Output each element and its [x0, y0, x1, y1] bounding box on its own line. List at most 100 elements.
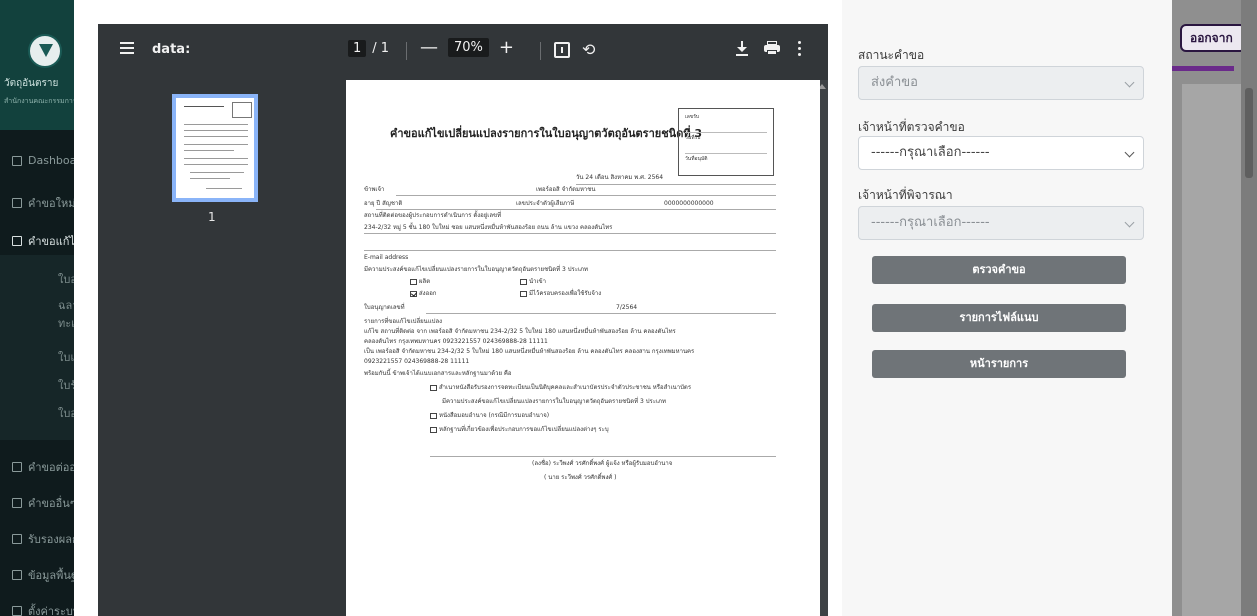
- download-icon[interactable]: [734, 40, 752, 58]
- pdf-title: data:: [152, 42, 191, 57]
- brand-subtitle: สำนักงานคณะกรรมการอาหารและยา: [4, 97, 82, 105]
- checkbox-possess: [520, 290, 527, 297]
- page-scrollbar[interactable]: [1241, 0, 1257, 616]
- sidebar-item-new-request[interactable]: คำขอใหม่: [0, 194, 84, 212]
- review-form: สถานะคำขอ ส่งคำขอ เจ้าหน้าที่ตรวจคำขอ --…: [842, 0, 1172, 616]
- attach-header: พร้อมกันนี้ ข้าพเจ้าได้แนบเอกสารและหลักฐ…: [364, 370, 512, 377]
- attach-item-3: หลักฐานที่เกี่ยวข้องเพื่อประกอบการขอแก้ไ…: [430, 426, 609, 434]
- app-sidebar: วัตถุอันตราย สำนักงานคณะกรรมการอาหารและย…: [0, 0, 84, 616]
- email-label: E-mail address: [364, 254, 409, 261]
- stamp-receipt-date: วันที่รับ: [685, 134, 767, 154]
- change-line-2: คลองตันไทร กรุงเทพมหานคร 0923221557 0243…: [364, 338, 548, 345]
- more-options-icon[interactable]: [798, 41, 802, 59]
- applicant-value: เพอร์ออสิ จำกัดมหาชน: [536, 186, 596, 193]
- checkbox-export-checked: [410, 290, 417, 297]
- option-export: ส่งออก: [410, 290, 436, 298]
- license-label: ใบอนุญาตเลขที่: [364, 304, 405, 311]
- date-line: วัน 24 เดือน สิงหาคม พ.ศ. 2564: [576, 174, 664, 181]
- change-line-4: 0923221557 024369888-28 11111: [364, 358, 470, 365]
- checkbox-produce: [410, 278, 417, 285]
- thumbnail-page-number: 1: [208, 210, 216, 224]
- attach-item-1b: มีความประสงค์ขอแก้ไขเปลี่ยนแปลงรายการในใ…: [442, 398, 666, 405]
- page-number-input[interactable]: 1: [348, 40, 367, 57]
- document-title: คำขอแก้ไขเปลี่ยนแปลงรายการในใบอนุญาตวัตถ…: [390, 127, 703, 140]
- print-icon[interactable]: [764, 41, 780, 55]
- tax-id-value: 0000000000000: [664, 200, 714, 207]
- underline: [576, 184, 776, 185]
- document-icon: [12, 198, 22, 208]
- attach-item-2: หนังสือมอบอำนาจ (กรณีมีการมอบอำนาจ): [430, 412, 549, 420]
- underline: [396, 195, 776, 196]
- toolbar-divider: [406, 42, 407, 60]
- tax-id-label: เลขประจำตัวผู้เสียภาษี: [516, 200, 575, 207]
- list-icon: [12, 498, 22, 508]
- approver-label: เจ้าหน้าที่พิจารณา: [858, 188, 953, 202]
- applicant-label: ข้าพเจ้า: [364, 186, 385, 193]
- review-form-panel: สถานะคำขอ ส่งคำขอ เจ้าหน้าที่ตรวจคำขอ --…: [842, 0, 1172, 616]
- accent-bar: [1172, 66, 1234, 71]
- rotate-icon[interactable]: ⟲: [582, 40, 600, 59]
- pdf-toolbar: data: 1 / 1 — 70% + ⟲: [98, 24, 828, 80]
- checker-select[interactable]: ------กรุณาเลือก------: [858, 136, 1144, 170]
- sidebar-item-renew[interactable]: คำขอต่ออายุ: [0, 458, 84, 476]
- chevron-down-icon: [1124, 147, 1135, 158]
- address-line: 234-2/32 หมู่ 5 ชั้น 180 ใบใหม่ ซอย แสนห…: [364, 224, 613, 231]
- menu-icon: [12, 570, 22, 580]
- zoom-input[interactable]: 70%: [448, 38, 489, 57]
- status-label: สถานะคำขอ: [858, 48, 925, 62]
- underline: [426, 313, 776, 314]
- sidebar-item-dashboard[interactable]: Dashboard: [0, 154, 84, 167]
- sidebar-item-master-data[interactable]: ข้อมูลพื้นฐาน: [0, 566, 84, 584]
- brand-title: วัตถุอันตราย: [4, 78, 59, 89]
- checkbox-attach-1: [430, 384, 437, 391]
- dashboard-icon: [12, 155, 22, 166]
- signature-line: (ลงชื่อ) ระวีพงศ์ วรศักดิ์พงศ์ ผู้แจ้ง ห…: [532, 460, 673, 467]
- zoom-in-button[interactable]: +: [499, 38, 514, 57]
- pdf-page: คำขอแก้ไขเปลี่ยนแปลงรายการในใบอนุญาตวัตถ…: [346, 80, 820, 616]
- sidebar-item-other[interactable]: คำขออื่นๆ: [0, 494, 84, 512]
- chevron-down-icon: [1124, 77, 1135, 88]
- option-possess: มีไว้ครอบครองเพื่อใช้รับจ้าง: [520, 290, 601, 298]
- change-header: รายการที่ขอแก้ไขเปลี่ยนแปลง: [364, 318, 443, 325]
- card-icon: [12, 534, 22, 544]
- change-line-1: แก้ไข สถานที่ติดต่อ จาก เพอร์ออสิ จำกัดม…: [364, 328, 676, 335]
- preview-modal: data: 1 / 1 — 70% + ⟲ 1 คำขอแก้ไขเปลี่ยน…: [74, 0, 1172, 616]
- menu-icon[interactable]: [120, 42, 134, 54]
- divider: [430, 456, 776, 457]
- chevron-down-icon: [1124, 217, 1135, 228]
- checkbox-import: [520, 278, 527, 285]
- checker-label: เจ้าหน้าที่ตรวจคำขอ: [858, 120, 965, 134]
- license-value: 7/2564: [616, 304, 638, 311]
- page-total: / 1: [372, 41, 390, 56]
- fit-page-icon[interactable]: [554, 42, 570, 58]
- renew-icon: [12, 462, 22, 472]
- place-label: สถานที่ติดต่อของผู้ประกอบการดำเนินการ ตั…: [364, 212, 502, 219]
- underline: [364, 233, 776, 234]
- divider: [364, 250, 776, 251]
- logout-button[interactable]: ออกจากระบบ: [1180, 24, 1246, 52]
- checkbox-attach-2: [430, 412, 437, 419]
- attach-item-1: สำเนาหนังสือรับรองการจดทะเบียนเป็นนิติบุ…: [430, 384, 691, 392]
- sidebar-item-settings[interactable]: ตั้งค่าระบบ: [0, 602, 84, 616]
- option-produce: ผลิต: [410, 278, 430, 286]
- sidebar-item-certify[interactable]: รับรองผลการตรวจ: [0, 530, 84, 548]
- checkbox-attach-3: [430, 426, 437, 433]
- age-nationality-line: อายุ ปี สัญชาติ: [364, 200, 403, 207]
- pdf-thumbnail-sidebar: 1: [98, 80, 346, 616]
- scrollbar-thumb[interactable]: [1245, 88, 1253, 178]
- receipt-stamp-box: เลขรับ วันที่รับ วันที่อนุมัติ: [678, 108, 774, 176]
- list-page-button[interactable]: หน้ารายการ: [872, 350, 1126, 378]
- brand-area: วัตถุอันตราย สำนักงานคณะกรรมการอาหารและย…: [0, 0, 84, 130]
- fda-logo-icon: [28, 34, 62, 68]
- check-request-button[interactable]: ตรวจคำขอ: [872, 256, 1126, 284]
- signature-name: ( นาย ระวีพงศ์ วรศักดิ์พงศ์ ): [544, 474, 617, 481]
- attachments-button[interactable]: รายการไฟล์แนบ: [872, 304, 1126, 332]
- page-thumbnail[interactable]: [172, 94, 258, 202]
- zoom-controls: — 70% +: [420, 38, 514, 57]
- stamp-receipt-no: เลขรับ: [685, 113, 767, 133]
- purpose-line: มีความประสงค์ขอแก้ไขเปลี่ยนแปลงรายการในใ…: [364, 266, 588, 273]
- approver-select: ------กรุณาเลือก------: [858, 206, 1144, 240]
- option-import: นำเข้า: [520, 278, 546, 286]
- sidebar-item-edit-request[interactable]: คำขอแก้ไข: [0, 232, 84, 250]
- zoom-out-button[interactable]: —: [420, 38, 438, 57]
